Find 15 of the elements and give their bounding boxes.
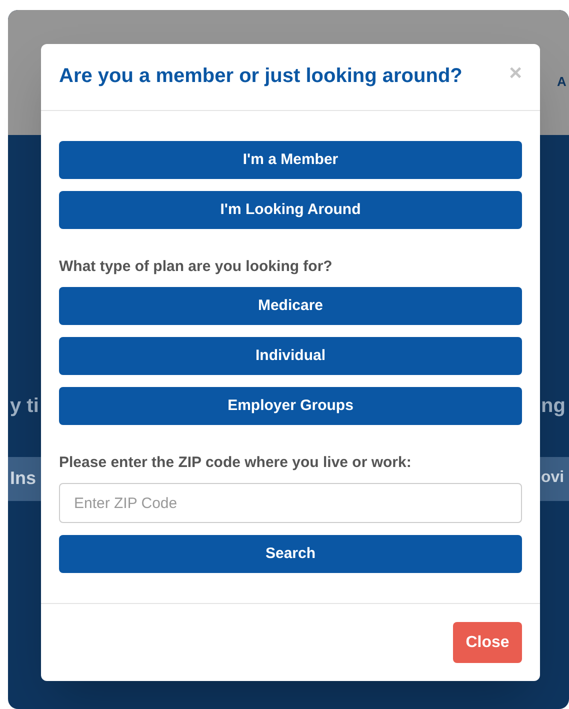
- option-button[interactable]: Employer Groups: [59, 387, 522, 425]
- option-button[interactable]: Medicare: [59, 287, 522, 325]
- zip-label: Please enter the ZIP code where you live or work:: [59, 453, 412, 473]
- option-button[interactable]: Individual: [59, 337, 522, 375]
- option-button[interactable]: I'm Looking Around: [59, 191, 522, 229]
- background-text: A: [557, 73, 566, 91]
- search-button[interactable]: Search: [59, 535, 522, 573]
- plan-question: What type of plan are you looking for?: [59, 257, 334, 277]
- background-text: Ins: [10, 467, 36, 490]
- background-text: ovi: [541, 468, 564, 488]
- option-button[interactable]: I'm a Member: [59, 141, 522, 179]
- modal-title: Are you a member or just looking around?: [59, 64, 462, 89]
- background-text: y ti: [10, 394, 39, 419]
- zip-input-field[interactable]: Enter ZIP Code: [59, 483, 522, 523]
- background-text: ng: [541, 394, 566, 419]
